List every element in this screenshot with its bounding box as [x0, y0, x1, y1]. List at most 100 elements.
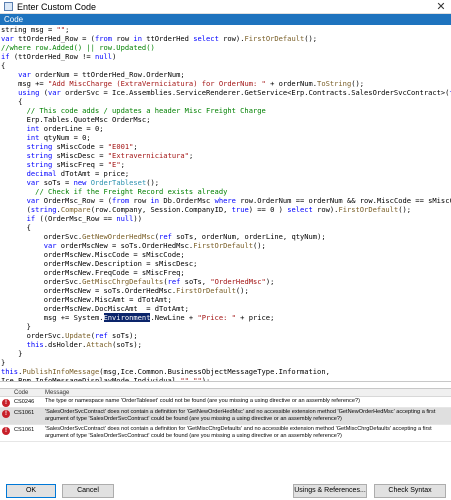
code-line[interactable]: string msg = "";: [0, 25, 451, 34]
code-line[interactable]: orderMscNew = soTs.OrderHedMsc.FirstOrDe…: [0, 286, 451, 295]
code-line[interactable]: orderMscNew.FreqCode = sMiscFreq;: [0, 268, 451, 277]
code-line[interactable]: orderMscNew.Description = sMiscDesc;: [0, 259, 451, 268]
error-message-column-header[interactable]: Message: [42, 389, 451, 396]
code-line[interactable]: string sMiscCode = "E001";: [0, 142, 451, 151]
error-icon: !: [2, 410, 10, 418]
code-token: var: [26, 196, 40, 205]
code-line[interactable]: msg += System.Environment.NewLine + "Pri…: [0, 313, 451, 322]
code-line[interactable]: int qtyNum = 0;: [0, 133, 451, 142]
code-token: ();: [235, 286, 249, 295]
code-line[interactable]: orderMscNew.DocMiscAmt = dTotAmt;: [0, 304, 451, 313]
code-token: Erp.Tables.QuoteMsc OrderMsc;: [1, 115, 151, 124]
code-line[interactable]: string sMiscDesc = "Extraverniciatura";: [0, 151, 451, 160]
code-token: from: [94, 34, 113, 43]
code-line[interactable]: // Check if the Freight Record exists al…: [0, 187, 451, 196]
code-token: ((OrderMsc_Row ==: [35, 214, 117, 223]
title-bar: Enter Custom Code ✕: [0, 0, 451, 14]
code-line[interactable]: if ((OrderMsc_Row == null)): [0, 214, 451, 223]
close-icon[interactable]: ✕: [435, 0, 447, 14]
window-title: Enter Custom Code: [17, 1, 97, 12]
code-line[interactable]: Ice.Bpm.InfoMessageDisplayMode.Individua…: [0, 376, 451, 381]
code-editor[interactable]: string msg = ""; var ttOrderHed_Row = (fr…: [0, 25, 451, 382]
code-token: var: [1, 34, 14, 43]
code-line[interactable]: var ttOrderHed_Row = (from row in ttOrde…: [0, 34, 451, 43]
code-line[interactable]: (string.Compare(row.Company, Session.Com…: [0, 205, 451, 214]
code-token: int: [26, 124, 40, 133]
error-row[interactable]: ! CS1061 'SalesOrderSvcContract' does no…: [0, 408, 451, 425]
code-line[interactable]: var orderNum = ttOrderHed_Row.OrderNum;: [0, 70, 451, 79]
code-token: "Price: ": [197, 313, 236, 322]
code-token: orderNum = ttOrderHed_Row.OrderNum;: [30, 70, 185, 79]
code-line[interactable]: }: [0, 358, 451, 367]
code-token: string: [30, 205, 57, 214]
code-token: row).: [218, 34, 245, 43]
error-row[interactable]: ! CS1061 'SalesOrderSvcContract' does no…: [0, 425, 451, 442]
code-line[interactable]: string sMiscFreq = "E";: [0, 160, 451, 169]
code-line[interactable]: }: [0, 322, 451, 331]
code-token: PublishInfoMessage: [22, 367, 100, 376]
code-token: (ttOrderHed_Row !=: [9, 52, 95, 61]
error-row[interactable]: ! CS0246 The type or namespace name 'Ord…: [0, 397, 451, 408]
code-token: ();: [253, 241, 266, 250]
code-line[interactable]: var soTs = new OrderTableset();: [0, 178, 451, 187]
code-line[interactable]: this.dsHolder.Attach(soTs);: [0, 340, 451, 349]
code-line[interactable]: orderMscNew.MiscCode = sMiscCode;: [0, 250, 451, 259]
code-token: var: [43, 241, 57, 250]
code-line[interactable]: // This code adds / updates a header Mis…: [0, 106, 451, 115]
code-line[interactable]: msg += "Add MiscCharge (ExtraVerniciatur…: [0, 79, 451, 88]
code-line[interactable]: orderMscNew.MiscAmt = dTotAmt;: [0, 295, 451, 304]
usings-references-button[interactable]: Usings & References...: [293, 484, 367, 498]
code-token: ref: [159, 232, 172, 241]
code-token: ref: [94, 331, 108, 340]
code-token: soTs =: [39, 178, 74, 187]
code-token: string: [26, 160, 53, 169]
error-code-column-header[interactable]: Code: [12, 389, 42, 396]
code-line[interactable]: if (ttOrderHed_Row != null): [0, 52, 451, 61]
code-line[interactable]: }: [0, 349, 451, 358]
code-token: select: [193, 34, 219, 43]
code-token: (row.Company, Session.CompanyID,: [90, 205, 232, 214]
ok-button[interactable]: OK: [6, 484, 56, 498]
code-line[interactable]: {: [0, 223, 451, 232]
code-line[interactable]: int orderLine = 0;: [0, 124, 451, 133]
code-token: ttOrderHed_Row = (: [13, 34, 95, 43]
code-token: ();: [398, 205, 412, 214]
code-token: orderMscNew.DocMiscAmt = dTotAmt;: [1, 304, 189, 313]
code-line[interactable]: decimal dTotAmt = price;: [0, 169, 451, 178]
code-token: row: [112, 34, 134, 43]
code-token: row: [129, 196, 151, 205]
code-token: //where row.Added() || row.Updated(): [1, 43, 155, 52]
check-syntax-button[interactable]: Check Syntax: [374, 484, 446, 498]
code-token: (: [1, 205, 31, 214]
code-token: string msg =: [1, 25, 57, 34]
code-line[interactable]: var OrderMsc_Row = (from row in Db.Order…: [0, 196, 451, 205]
code-token: }: [1, 322, 31, 331]
code-line[interactable]: var orderMscNew = soTs.OrderHedMsc.First…: [0, 241, 451, 250]
code-line[interactable]: orderSvc.GetMiscChrgDefaults(ref soTs, "…: [0, 277, 451, 286]
code-token: qtyNum = 0;: [39, 133, 91, 142]
code-token: dTotAmt = price;: [56, 169, 130, 178]
code-line[interactable]: {: [0, 97, 451, 106]
code-line[interactable]: {: [0, 61, 451, 70]
error-code: CS1061: [14, 410, 35, 416]
code-token: ;: [133, 142, 138, 151]
code-token: decimal: [26, 169, 57, 178]
code-line[interactable]: //where row.Added() || row.Updated(): [0, 43, 451, 52]
code-line[interactable]: this.PublishInfoMessage(msg,Ice.Common.B…: [0, 367, 451, 376]
cancel-button[interactable]: Cancel: [62, 484, 114, 498]
code-line[interactable]: orderSvc.GetNewOrderHedMsc(ref soTs, ord…: [0, 232, 451, 241]
code-line[interactable]: orderSvc.Update(ref soTs);: [0, 331, 451, 340]
code-token: )): [133, 214, 142, 223]
code-line[interactable]: Erp.Tables.QuoteMsc OrderMsc;: [0, 115, 451, 124]
code-token: Attach: [86, 340, 113, 349]
code-line[interactable]: using (var orderSvc = Ice.Assemblies.Ser…: [0, 88, 451, 97]
code-token: this: [1, 367, 19, 376]
